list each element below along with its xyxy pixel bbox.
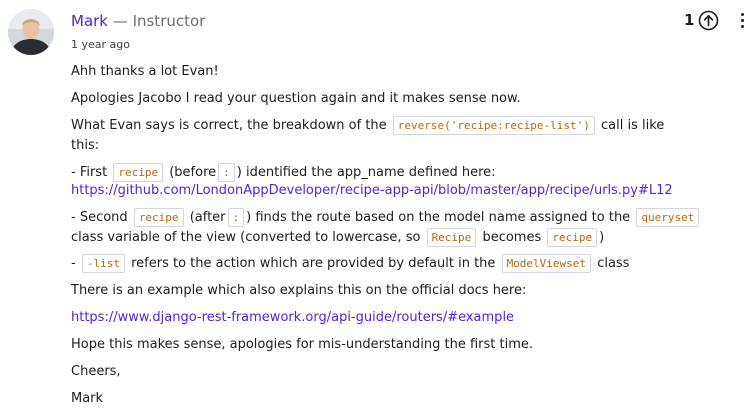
github-link[interactable]: https://github.com/LondonAppDeveloper/re… <box>71 183 673 198</box>
comment-paragraph: Apologies Jacobo I read your question ag… <box>71 91 521 106</box>
inline-code: reverse('recipe:recipe-list') <box>392 116 595 135</box>
avatar[interactable] <box>8 9 54 55</box>
inline-code: recipe <box>547 228 598 247</box>
text-span: becomes <box>482 230 542 245</box>
timestamp: 1 year ago <box>71 38 130 51</box>
text-span: - <box>71 256 76 271</box>
comment-paragraph: https://www.django-rest-framework.org/ap… <box>71 308 514 328</box>
comment-header: Mark — Instructor <box>71 11 205 31</box>
text-span: class variable of the view (converted to… <box>71 230 421 245</box>
comment-paragraph: Ahh thanks a lot Evan! <box>71 64 219 79</box>
comment-paragraph: There is an example which also explains … <box>71 283 527 298</box>
docs-link[interactable]: https://www.django-rest-framework.org/ap… <box>71 310 514 325</box>
comment-paragraph: Hope this makes sense, apologies for mis… <box>71 337 534 352</box>
comment-paragraph: - First recipe (before:) identified the … <box>71 163 496 183</box>
upvote-count: 1 <box>684 11 695 29</box>
inline-code: recipe <box>133 208 184 227</box>
author-name[interactable]: Mark <box>71 12 108 30</box>
text-span: - Second <box>71 210 128 225</box>
comment-paragraph: What Evan says is correct, the breakdown… <box>71 116 681 156</box>
user-avatar-photo <box>8 9 54 55</box>
vertical-ellipsis-icon[interactable] <box>736 9 748 31</box>
text-span: class <box>597 256 630 271</box>
inline-code: -list <box>81 254 125 273</box>
menu-dot <box>740 18 744 22</box>
author-role: Instructor <box>132 12 206 30</box>
comment-paragraph: - Second recipe (after:) finds the route… <box>71 208 701 228</box>
inline-code: Recipe <box>426 228 477 247</box>
inline-code: recipe <box>113 163 164 182</box>
text-span: ) finds the route based on the model nam… <box>246 210 631 225</box>
text-span: (after <box>189 210 226 225</box>
text-span: - First <box>71 165 108 180</box>
comment-signature: Mark <box>71 391 104 406</box>
arrow-up-circle-icon[interactable] <box>698 10 719 31</box>
menu-dot <box>740 12 744 16</box>
inline-code: ModelViewset <box>501 254 592 273</box>
comment-paragraph: class variable of the view (converted to… <box>71 228 604 248</box>
author-separator: — <box>112 12 128 30</box>
inline-code: : <box>227 208 245 227</box>
text-span: ) <box>599 230 605 245</box>
comment-paragraph: https://github.com/LondonAppDeveloper/re… <box>71 181 673 201</box>
upvote-button[interactable]: 1 <box>684 9 719 31</box>
menu-dot <box>740 24 744 28</box>
text-span: (before <box>169 165 217 180</box>
inline-code: queryset <box>636 208 700 227</box>
text-span: refers to the action which are provided … <box>131 256 496 271</box>
comment-paragraph: Cheers, <box>71 364 121 379</box>
comment-paragraph: - -list refers to the action which are p… <box>71 254 629 274</box>
inline-code: : <box>218 163 235 182</box>
text-span: What Evan says is correct, the breakdown… <box>71 118 387 133</box>
text-span: ) identified the app_name defined here: <box>236 165 496 180</box>
